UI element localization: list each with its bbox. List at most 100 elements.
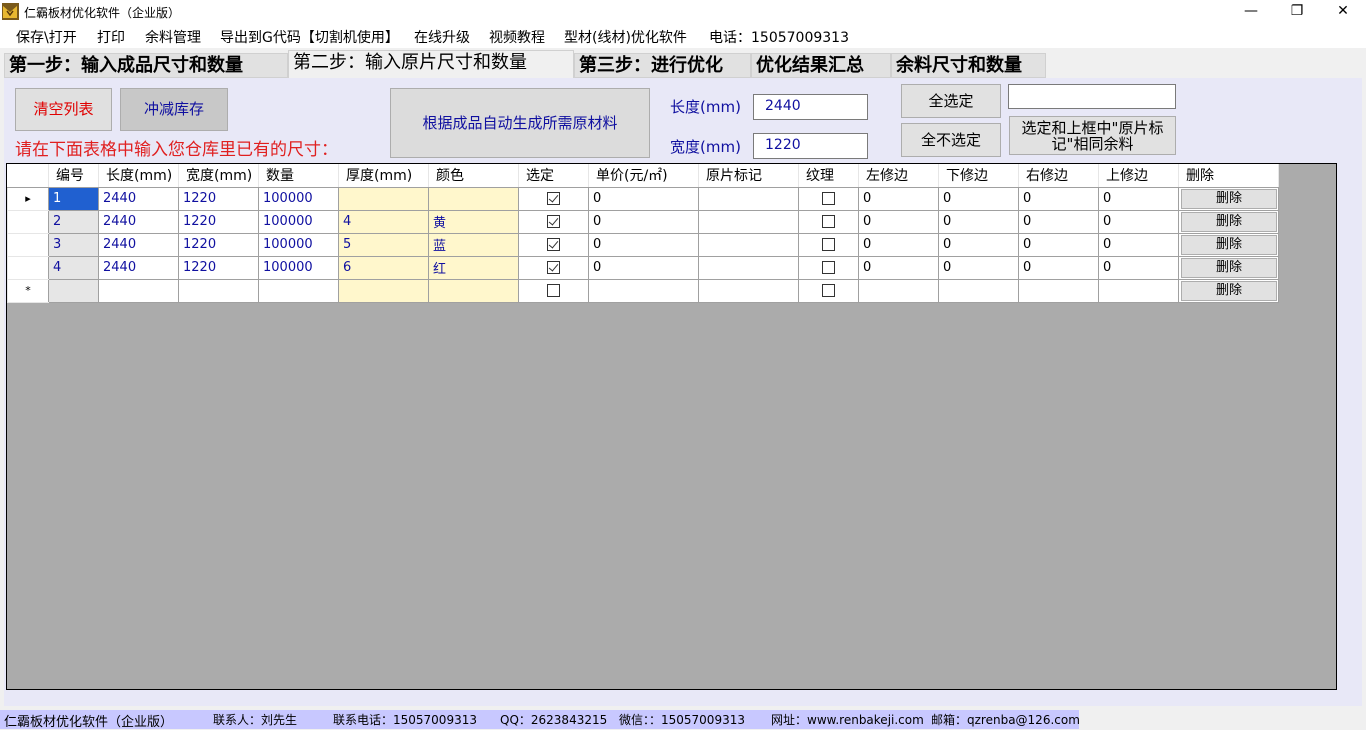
- grain-checkbox[interactable]: [822, 215, 835, 228]
- menu-print[interactable]: 打印: [97, 27, 125, 47]
- cell-left-trim[interactable]: 0: [858, 186, 939, 211]
- cell-quantity[interactable]: 100000: [258, 186, 339, 211]
- cell-sheet-mark[interactable]: [698, 209, 799, 234]
- cell-left-trim[interactable]: 0: [858, 232, 939, 257]
- column-header[interactable]: 颜色: [428, 164, 519, 188]
- grain-checkbox[interactable]: [822, 284, 835, 297]
- minimize-button[interactable]: —: [1228, 0, 1274, 24]
- cell-selected[interactable]: [518, 232, 589, 257]
- cell-color[interactable]: 蓝: [428, 232, 519, 257]
- tab-step1-finished-sizes[interactable]: 第一步：输入成品尺寸和数量: [4, 53, 288, 78]
- cell-width[interactable]: [178, 278, 259, 303]
- cell-sheet-mark[interactable]: [698, 255, 799, 280]
- tab-results-summary[interactable]: 优化结果汇总: [751, 53, 891, 78]
- cell-thickness[interactable]: [338, 186, 429, 211]
- cell-thickness[interactable]: 4: [338, 209, 429, 234]
- menu-online-upgrade[interactable]: 在线升级: [414, 27, 470, 47]
- restore-button[interactable]: ❐: [1274, 0, 1320, 24]
- column-header[interactable]: 左修边: [858, 164, 939, 188]
- cell-sheet-mark[interactable]: [698, 232, 799, 257]
- cell-bottom-trim[interactable]: 0: [938, 209, 1019, 234]
- tab-step2-raw-sheets[interactable]: 第二步：输入原片尺寸和数量: [288, 50, 574, 78]
- cell-bottom-trim[interactable]: 0: [938, 232, 1019, 257]
- selected-checkbox[interactable]: [547, 215, 560, 228]
- delete-row-button[interactable]: 删除: [1181, 211, 1277, 232]
- cell-left-trim[interactable]: [858, 278, 939, 303]
- cell-selected[interactable]: [518, 209, 589, 234]
- column-header[interactable]: 数量: [258, 164, 339, 188]
- selected-checkbox[interactable]: [547, 284, 560, 297]
- cell-color[interactable]: 黄: [428, 209, 519, 234]
- menu-export-gcode[interactable]: 导出到G代码【切割机使用】: [220, 27, 399, 47]
- cell-thickness[interactable]: 5: [338, 232, 429, 257]
- cell-right-trim[interactable]: 0: [1018, 232, 1099, 257]
- cell-width[interactable]: 1220: [178, 209, 259, 234]
- cell-left-trim[interactable]: 0: [858, 209, 939, 234]
- select-same-mark-button[interactable]: 选定和上框中"原片标记"相同余料: [1009, 116, 1176, 155]
- delete-row-button[interactable]: 删除: [1181, 257, 1277, 278]
- column-header[interactable]: 选定: [518, 164, 589, 188]
- column-header[interactable]: 纹理: [798, 164, 859, 188]
- delete-row-button[interactable]: 删除: [1181, 234, 1277, 255]
- clear-list-button[interactable]: 清空列表: [15, 88, 112, 131]
- cell-id[interactable]: 1: [48, 186, 99, 211]
- cell-bottom-trim[interactable]: 0: [938, 186, 1019, 211]
- row-header-marker[interactable]: *: [7, 278, 49, 303]
- cell-right-trim[interactable]: 0: [1018, 255, 1099, 280]
- cell-right-trim[interactable]: 0: [1018, 186, 1099, 211]
- delete-row-button[interactable]: 删除: [1181, 280, 1277, 301]
- cell-grain[interactable]: [798, 232, 859, 257]
- cell-unit-price[interactable]: 0: [588, 232, 699, 257]
- cell-unit-price[interactable]: 0: [588, 186, 699, 211]
- table-row[interactable]: ▸ 1 2440 1220 100000 0 0 0 0 0 删除: [7, 186, 1279, 211]
- menu-phone[interactable]: 电话：15057009313: [709, 27, 849, 47]
- cell-id[interactable]: [48, 278, 99, 303]
- cell-width[interactable]: 1220: [178, 186, 259, 211]
- cell-top-trim[interactable]: [1098, 278, 1179, 303]
- menu-profile-software[interactable]: 型材(线材)优化软件: [564, 27, 687, 47]
- column-header[interactable]: 宽度(mm): [178, 164, 259, 188]
- cell-length[interactable]: [98, 278, 179, 303]
- row-header-marker[interactable]: ▸: [7, 186, 49, 211]
- column-header[interactable]: 单价(元/㎡): [588, 164, 699, 188]
- cell-width[interactable]: 1220: [178, 255, 259, 280]
- sheet-mark-input[interactable]: [1008, 84, 1176, 109]
- table-row[interactable]: 4 2440 1220 100000 6 红 0 0 0 0 0 删除: [7, 255, 1279, 280]
- cell-length[interactable]: 2440: [98, 232, 179, 257]
- row-header-marker[interactable]: [7, 255, 49, 280]
- cell-sheet-mark[interactable]: [698, 278, 799, 303]
- column-header[interactable]: 原片标记: [698, 164, 799, 188]
- grain-checkbox[interactable]: [822, 192, 835, 205]
- cell-top-trim[interactable]: 0: [1098, 186, 1179, 211]
- selected-checkbox[interactable]: [547, 238, 560, 251]
- menu-save-open[interactable]: 保存\打开: [16, 27, 77, 47]
- cell-left-trim[interactable]: 0: [858, 255, 939, 280]
- cell-right-trim[interactable]: [1018, 278, 1099, 303]
- cell-color[interactable]: [428, 186, 519, 211]
- grain-checkbox[interactable]: [822, 261, 835, 274]
- row-header-marker[interactable]: [7, 232, 49, 257]
- select-all-button[interactable]: 全选定: [901, 84, 1001, 118]
- column-header[interactable]: 下修边: [938, 164, 1019, 188]
- cell-length[interactable]: 2440: [98, 209, 179, 234]
- table-row[interactable]: 3 2440 1220 100000 5 蓝 0 0 0 0 0 删除: [7, 232, 1279, 257]
- cell-selected[interactable]: [518, 255, 589, 280]
- cell-length[interactable]: 2440: [98, 255, 179, 280]
- deduct-stock-button[interactable]: 冲减库存: [120, 88, 228, 131]
- table-row[interactable]: * 删除: [7, 278, 1279, 303]
- grain-checkbox[interactable]: [822, 238, 835, 251]
- cell-width[interactable]: 1220: [178, 232, 259, 257]
- cell-thickness[interactable]: [338, 278, 429, 303]
- length-input[interactable]: 2440: [753, 94, 868, 120]
- cell-id[interactable]: 2: [48, 209, 99, 234]
- column-header[interactable]: 厚度(mm): [338, 164, 429, 188]
- column-header[interactable]: 右修边: [1018, 164, 1099, 188]
- delete-row-button[interactable]: 删除: [1181, 188, 1277, 209]
- cell-quantity[interactable]: [258, 278, 339, 303]
- selected-checkbox[interactable]: [547, 192, 560, 205]
- cell-right-trim[interactable]: 0: [1018, 209, 1099, 234]
- cell-unit-price[interactable]: 0: [588, 255, 699, 280]
- menu-video-tutorial[interactable]: 视频教程: [489, 27, 545, 47]
- column-header[interactable]: 上修边: [1098, 164, 1179, 188]
- cell-quantity[interactable]: 100000: [258, 209, 339, 234]
